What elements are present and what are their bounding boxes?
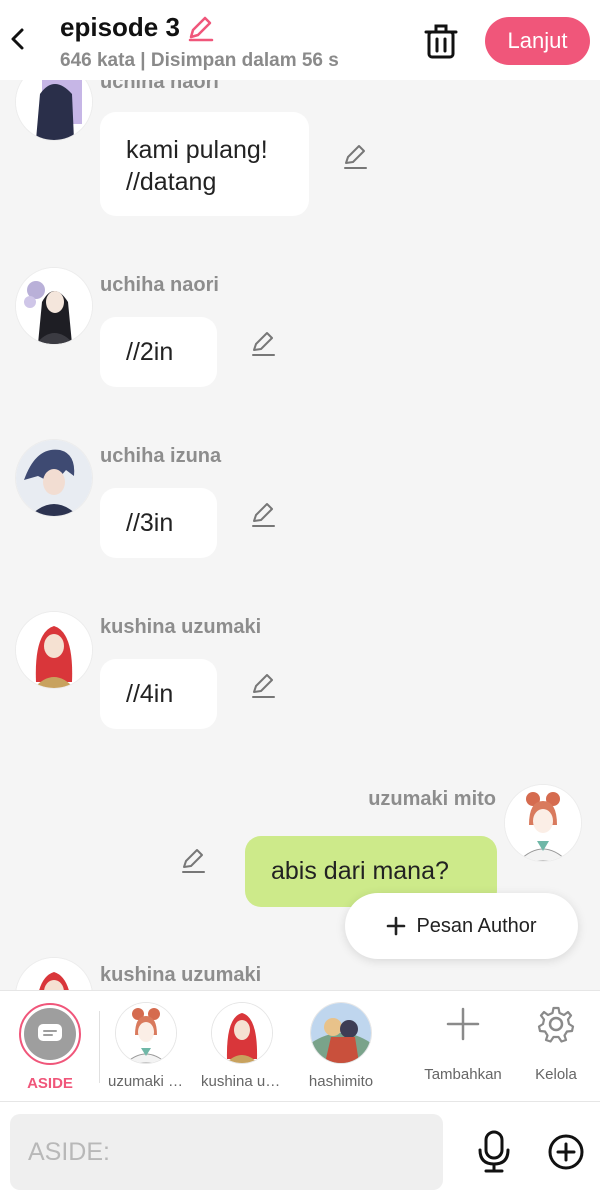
plus-icon — [387, 916, 406, 936]
character-avatar — [116, 1003, 176, 1063]
message-bubble[interactable]: //4in — [100, 659, 217, 729]
edit-pencil-icon[interactable] — [250, 673, 276, 699]
author-message-button[interactable]: Pesan Author — [345, 893, 578, 959]
divider — [99, 1011, 100, 1083]
sender-name: uchiha naori — [100, 80, 219, 93]
avatar-uchiha-naori[interactable] — [16, 268, 92, 344]
message-bubble[interactable]: //3in — [100, 488, 217, 558]
back-arrow-icon[interactable] — [6, 24, 30, 54]
message-text: //3in — [126, 509, 174, 537]
character-label: Tambahkan — [424, 1066, 502, 1083]
episode-title-text: episode 3 — [60, 12, 180, 42]
character-aside[interactable]: ASIDE — [5, 1003, 95, 1092]
edit-pencil-icon[interactable] — [250, 502, 276, 528]
add-character-button[interactable]: Tambahkan — [418, 1003, 508, 1083]
pencil-edit-icon[interactable] — [186, 14, 214, 42]
message-text: //2in — [126, 338, 174, 366]
character-avatar — [311, 1003, 371, 1063]
chat-thread[interactable]: uchiha naori kami pulang! //datang uchih… — [0, 80, 600, 990]
character-hashimito[interactable]: hashimito — [296, 1003, 386, 1090]
character-label: hashimito — [308, 1073, 374, 1090]
sender-name: uzumaki mito — [368, 788, 496, 810]
message-composer — [0, 1102, 600, 1201]
character-uzumaki-mito[interactable]: uzumaki mito — [101, 1003, 191, 1090]
avatar-kushina-uzumaki[interactable] — [16, 612, 92, 688]
gear-icon — [537, 1006, 575, 1043]
trash-icon[interactable] — [424, 22, 458, 60]
message-bubble[interactable]: kami pulang! //datang — [100, 112, 309, 216]
author-message-label: Pesan Author — [416, 914, 537, 937]
message-text: //4in — [126, 680, 174, 708]
plus-icon — [446, 1007, 480, 1041]
manage-characters-button[interactable]: Kelola — [511, 1003, 600, 1083]
avatar-uzumaki-mito[interactable] — [505, 785, 581, 861]
word-count-save-status: 646 kata | Disimpan dalam 56 s — [60, 50, 339, 71]
edit-pencil-icon[interactable] — [180, 848, 206, 874]
message-bubble[interactable]: //2in — [100, 317, 217, 387]
character-avatar — [212, 1003, 272, 1063]
sender-name: kushina uzumaki — [100, 616, 262, 638]
edit-pencil-icon[interactable] — [250, 331, 276, 357]
chat-bubble-icon — [38, 1024, 62, 1041]
character-label: kushina uzumaki — [201, 1073, 283, 1090]
avatar-uchiha-izuna[interactable] — [16, 440, 92, 516]
episode-title[interactable]: episode 3 — [60, 12, 214, 43]
edit-pencil-icon[interactable] — [342, 144, 368, 170]
top-bar: episode 3 646 kata | Disimpan dalam 56 s… — [0, 0, 600, 80]
character-selector: ASIDE uzumaki mito kushina u — [0, 990, 600, 1102]
message-line: //datang — [126, 168, 217, 196]
character-label: ASIDE — [27, 1075, 73, 1092]
avatar-uchiha-naori[interactable] — [16, 80, 92, 140]
message-line: kami pulang! — [126, 136, 268, 164]
message-text: abis dari mana? — [271, 857, 449, 885]
avatar-kushina-uzumaki[interactable] — [16, 958, 92, 990]
add-circle-icon[interactable] — [548, 1134, 584, 1170]
character-label: uzumaki mito — [108, 1073, 184, 1090]
sender-name: kushina uzumaki — [100, 964, 262, 986]
character-label: Kelola — [535, 1066, 577, 1083]
sender-name: uchiha izuna — [100, 445, 222, 467]
message-input[interactable] — [10, 1114, 443, 1190]
microphone-icon[interactable] — [476, 1130, 512, 1174]
sender-name: uchiha naori — [100, 274, 219, 296]
next-button[interactable]: Lanjut — [485, 17, 590, 65]
character-kushina-uzumaki[interactable]: kushina uzumaki — [197, 1003, 287, 1090]
